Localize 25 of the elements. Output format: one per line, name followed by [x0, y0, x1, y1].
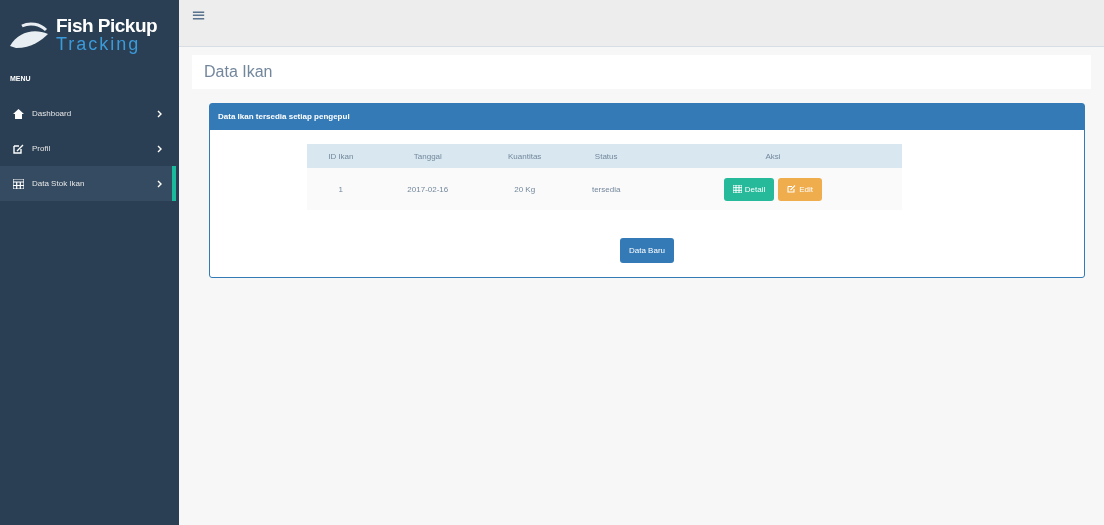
sidebar-item[interactable]: Data Stok Ikan — [0, 166, 176, 201]
column-header: ID Ikan — [307, 144, 375, 168]
chevron-icon — [157, 179, 162, 188]
table-cell: tersedia — [568, 168, 644, 210]
home-icon — [13, 108, 24, 119]
column-header: Tanggal — [374, 144, 481, 168]
grid-icon — [732, 185, 742, 193]
brand-subtitle: Tracking — [56, 35, 141, 53]
table-cell: 20 Kg — [480, 168, 569, 210]
edit-icon — [13, 143, 24, 154]
page-title: Data Ikan — [204, 63, 273, 80]
sidebar-item[interactable]: Dashboard — [0, 96, 176, 131]
column-header: Kuantitas — [480, 144, 569, 168]
panel-title: Data Ikan tersedia setiap pengepul — [218, 112, 350, 121]
detail-button[interactable]: Detail — [723, 177, 775, 201]
table-cell: 2017-02-16 — [374, 168, 481, 210]
sidebar-item[interactable]: Profil — [0, 131, 176, 166]
chevron-icon — [157, 109, 162, 118]
table-cell: 1 — [307, 168, 375, 210]
column-header: Status — [568, 144, 644, 168]
column-header: Aksi — [643, 144, 902, 168]
chevron-icon — [157, 144, 162, 153]
new-data-button[interactable]: Data Baru — [620, 238, 674, 263]
table-icon — [13, 178, 24, 189]
edit-icon — [787, 185, 797, 193]
